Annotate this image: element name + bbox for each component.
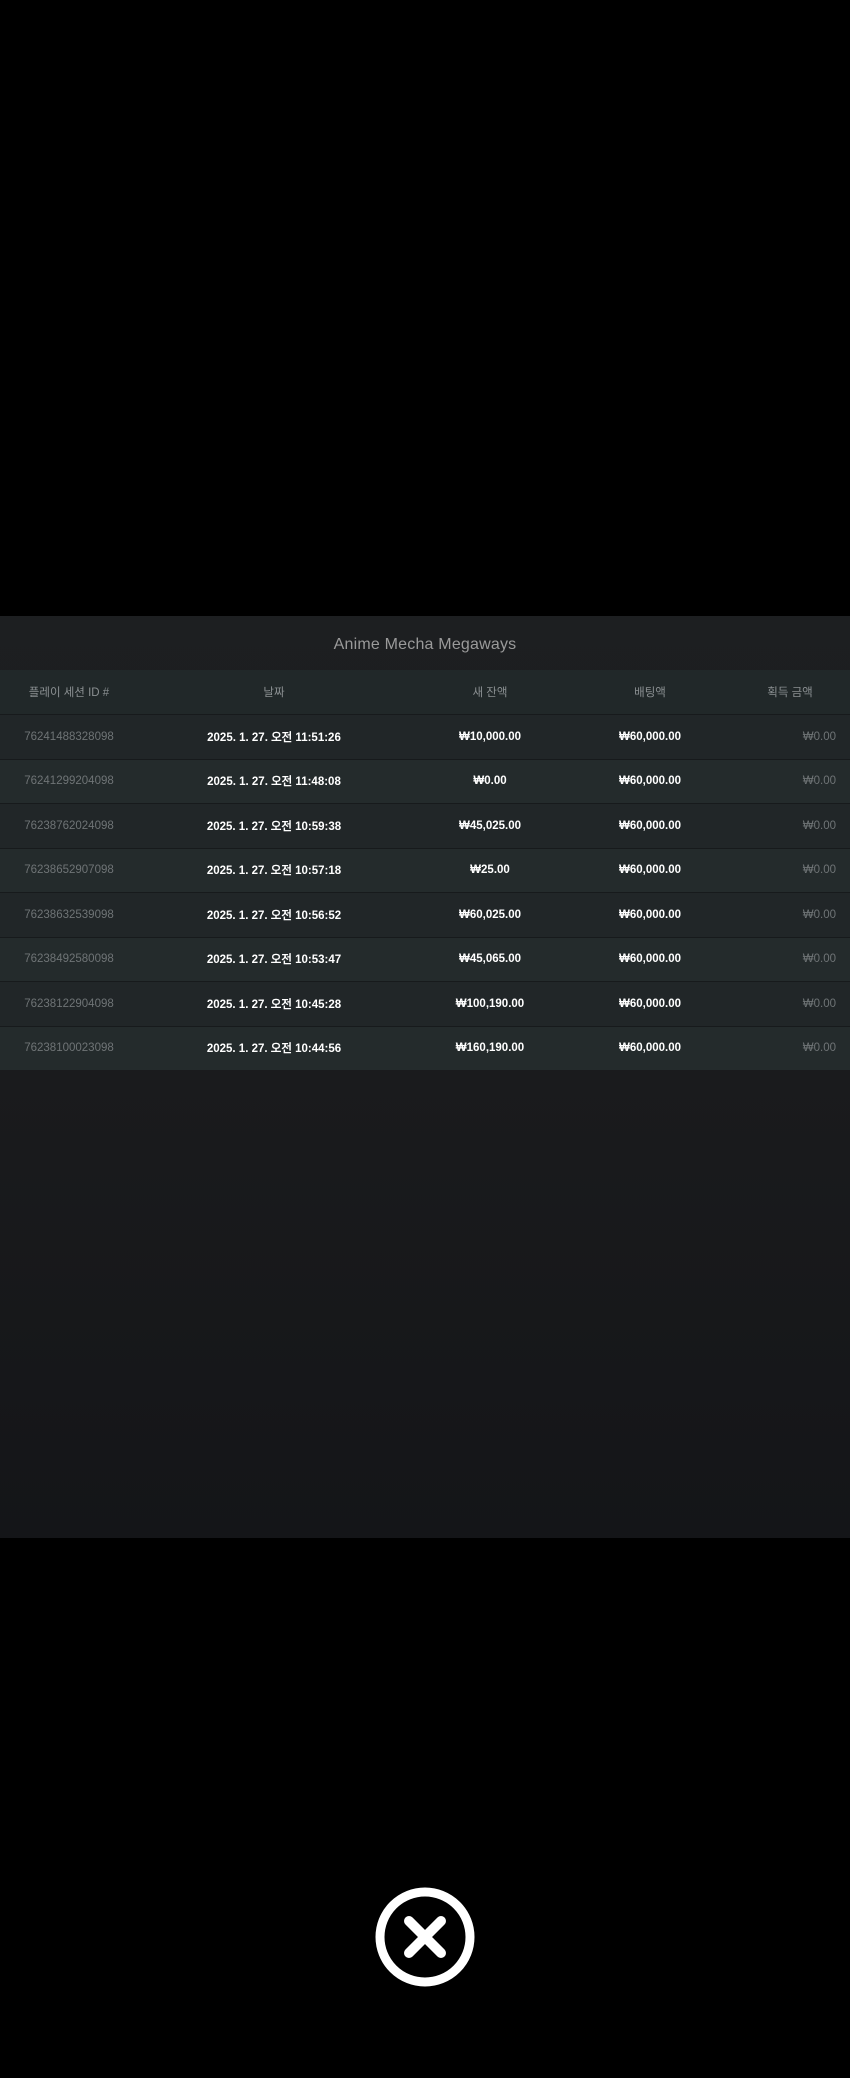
cell-bet-amount: ₩60,000.00 bbox=[618, 730, 681, 743]
history-dialog: Anime Mecha Megaways 플레이 세션 ID # 날짜 새 잔액… bbox=[0, 616, 850, 1538]
cell-win-amount: ₩0.00 bbox=[802, 775, 836, 788]
table-header-row: 플레이 세션 ID # 날짜 새 잔액 배팅액 획득 금액 bbox=[0, 670, 850, 715]
table-row[interactable]: 76241488328098 2025. 1. 27. 오전 11:51:26 … bbox=[0, 714, 850, 760]
cell-session-id: 76238122904098 bbox=[24, 997, 114, 1010]
cell-date: 2025. 1. 27. 오전 10:56:52 bbox=[206, 909, 342, 922]
cell-win-amount: ₩0.00 bbox=[802, 730, 836, 743]
header-bet-amount: 배팅액 bbox=[634, 687, 666, 699]
cell-win-amount: ₩0.00 bbox=[802, 1042, 836, 1055]
cell-new-balance: ₩100,190.00 bbox=[455, 997, 525, 1010]
cell-date: 2025. 1. 27. 오전 11:48:08 bbox=[207, 776, 341, 789]
cell-win-amount: ₩0.00 bbox=[802, 953, 836, 966]
cell-bet-amount: ₩60,000.00 bbox=[618, 953, 681, 966]
cell-bet-amount: ₩60,000.00 bbox=[618, 819, 681, 832]
cell-date: 2025. 1. 27. 오전 10:45:28 bbox=[206, 998, 342, 1011]
cell-bet-amount: ₩60,000.00 bbox=[618, 864, 681, 877]
cell-new-balance: ₩45,065.00 bbox=[458, 953, 521, 966]
cell-new-balance: ₩60,025.00 bbox=[458, 908, 521, 921]
header-new-balance: 새 잔액 bbox=[472, 687, 508, 699]
cell-win-amount: ₩0.00 bbox=[802, 908, 836, 921]
cell-win-amount: ₩0.00 bbox=[802, 997, 836, 1010]
header-session-id: 플레이 세션 ID # bbox=[28, 687, 110, 699]
cell-session-id: 76238492580098 bbox=[24, 953, 114, 966]
cell-date: 2025. 1. 27. 오전 11:51:26 bbox=[207, 731, 341, 744]
cell-bet-amount: ₩60,000.00 bbox=[618, 997, 681, 1010]
dialog-title: Anime Mecha Megaways bbox=[333, 636, 517, 653]
table-row[interactable]: 76238122904098 2025. 1. 27. 오전 10:45:28 … bbox=[0, 981, 850, 1027]
cell-date: 2025. 1. 27. 오전 10:44:56 bbox=[206, 1043, 342, 1056]
cell-win-amount: ₩0.00 bbox=[802, 819, 836, 832]
table-row[interactable]: 76241299204098 2025. 1. 27. 오전 11:48:08 … bbox=[0, 759, 850, 804]
cell-date: 2025. 1. 27. 오전 10:59:38 bbox=[206, 820, 342, 833]
table-row[interactable]: 76238492580098 2025. 1. 27. 오전 10:53:47 … bbox=[0, 937, 850, 982]
cell-new-balance: ₩25.00 bbox=[470, 864, 510, 877]
cell-bet-amount: ₩60,000.00 bbox=[618, 908, 681, 921]
table-row[interactable]: 76238632539098 2025. 1. 27. 오전 10:56:52 … bbox=[0, 892, 850, 938]
cell-session-id: 76241488328098 bbox=[24, 730, 114, 743]
cell-session-id: 76238652907098 bbox=[24, 864, 114, 877]
cell-date: 2025. 1. 27. 오전 10:53:47 bbox=[206, 954, 342, 967]
cell-new-balance: ₩160,190.00 bbox=[455, 1042, 525, 1055]
cell-bet-amount: ₩60,000.00 bbox=[618, 775, 681, 788]
table-row[interactable]: 76238762024098 2025. 1. 27. 오전 10:59:38 … bbox=[0, 803, 850, 849]
cell-session-id: 76238632539098 bbox=[24, 908, 114, 921]
cell-new-balance: ₩45,025.00 bbox=[458, 819, 521, 832]
history-table: 플레이 세션 ID # 날짜 새 잔액 배팅액 획득 금액 7624148832… bbox=[0, 670, 850, 1070]
close-icon bbox=[375, 1887, 475, 1987]
cell-session-id: 76238762024098 bbox=[24, 819, 114, 832]
header-win-amount: 획득 금액 bbox=[767, 687, 813, 699]
close-button[interactable] bbox=[374, 1886, 476, 1988]
table-row[interactable]: 76238100023098 2025. 1. 27. 오전 10:44:56 … bbox=[0, 1026, 850, 1070]
cell-new-balance: ₩0.00 bbox=[473, 775, 507, 788]
table-row[interactable]: 76238652907098 2025. 1. 27. 오전 10:57:18 … bbox=[0, 848, 850, 893]
cell-win-amount: ₩0.00 bbox=[802, 864, 836, 877]
cell-session-id: 76238100023098 bbox=[24, 1042, 114, 1055]
cell-date: 2025. 1. 27. 오전 10:57:18 bbox=[206, 865, 342, 878]
cell-bet-amount: ₩60,000.00 bbox=[618, 1042, 681, 1055]
cell-new-balance: ₩10,000.00 bbox=[458, 730, 521, 743]
cell-session-id: 76241299204098 bbox=[24, 775, 114, 788]
header-date: 날짜 bbox=[263, 687, 285, 699]
